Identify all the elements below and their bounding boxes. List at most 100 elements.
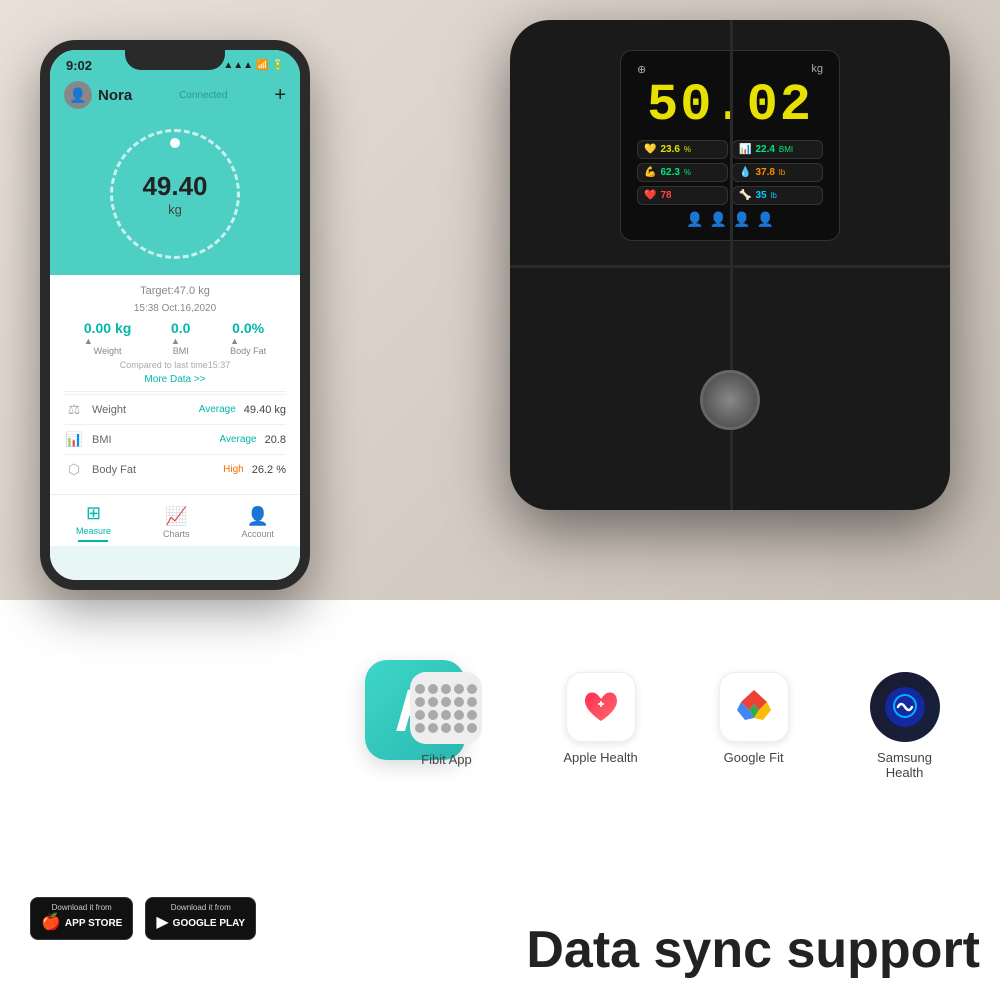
avatar-icon: 👤 [69,87,86,104]
weight-circle-area: 49.40 kg [50,119,300,275]
stat-bmi: 0.0 ▲ BMI [171,320,190,356]
account-nav-icon: 👤 [247,506,269,527]
status-icons: ▲▲▲ 📶 🔋 [223,60,284,71]
scale-metric-heart: ❤️ 78 [637,186,728,205]
fibit-dot [441,684,451,694]
app-store-badge[interactable]: Download it from 🍎 APP STORE [30,897,133,940]
wifi-icon: 📶 [256,60,268,71]
muscle-unit: % [684,168,691,177]
weight-display-value: 49.40 [142,171,207,202]
fibit-dot [467,697,477,707]
fibit-icon [410,672,482,744]
scale-metric-muscle: 💪 62.3 % [637,163,728,182]
phone-notch [125,50,225,70]
stat-bodyfat-label: Body Fat [230,346,266,356]
samsung-health-label: SamsungHealth [877,750,932,780]
fibit-dot [454,723,464,733]
scale-center-button [700,370,760,430]
fibit-dot [467,723,477,733]
stat-bodyfat-change: ▲ [230,336,266,346]
compared-label: Compared to last time15:37 [64,360,286,370]
battery-icon: 🔋 [272,60,284,71]
user-section: 👤 Nora [64,81,132,109]
water-icon: 💧 [739,167,751,178]
user-name: Nora [98,87,132,104]
tagline: Data sync support [526,920,980,980]
scale-display: ⊕ kg 50.02 💛 23.6 % 📊 22.4 BMI 💪 62.3 [620,50,840,241]
bmi-unit: BMI [779,145,793,154]
scale-people-row: 👤 👤 👤 👤 [637,211,823,228]
bodyfat-row-icon: ⬡ [64,461,84,478]
fibit-dot [454,710,464,720]
stat-weight-change: ▲ [84,336,131,346]
nav-measure[interactable]: ⊞ Measure [76,503,111,542]
bone-value: 35 [755,190,766,201]
muscle-icon: 💪 [644,167,656,178]
person-icon-3: 👤 [733,211,750,228]
bmi-row-status: Average [220,434,257,445]
fibit-dot [441,697,451,707]
google-fit-label: Google Fit [724,750,784,765]
app-store-name: APP STORE [65,918,122,929]
fibit-dot [428,697,438,707]
google-play-icon: ▶ [156,912,168,932]
metric-row-weight: ⚖ Weight Average 49.40 kg [64,394,286,424]
heart-value: 78 [660,190,671,201]
nav-account[interactable]: 👤 Account [241,506,274,539]
bmi-value: 22.4 [755,144,774,155]
fibit-dot [428,684,438,694]
fibit-dot [428,723,438,733]
scale-main-weight: 50.02 [637,80,823,132]
more-data-link[interactable]: More Data >> [64,374,286,385]
phone-header: 👤 Nora Connected + [50,77,300,119]
google-fit-svg [729,682,779,732]
phone-container: 9:02 ▲▲▲ 📶 🔋 👤 Nora Connected + [40,40,320,600]
weight-display-unit: kg [168,202,182,217]
weight-row-value: 49.40 kg [244,404,286,416]
fibit-dot [454,684,464,694]
google-play-badge[interactable]: Download it from ▶ GOOGLE PLAY [145,897,256,940]
samsung-health-svg [883,685,927,729]
fibit-dot [415,723,425,733]
add-button[interactable]: + [274,84,286,107]
scale-metric-fat: 💛 23.6 % [637,140,728,159]
apple-health-icon [566,672,636,742]
apple-icon: 🍎 [41,912,61,932]
stat-weight-value: 0.00 kg [84,320,131,336]
avatar: 👤 [64,81,92,109]
scale-unit-row: ⊕ kg [637,63,823,76]
water-unit: lb [779,168,785,177]
metric-row-bodyfat: ⬡ Body Fat High 26.2 % [64,454,286,484]
nav-charts[interactable]: 📈 Charts [163,506,190,539]
divider-1 [64,391,286,392]
weight-row-status: Average [199,404,236,415]
fat-unit: % [684,145,691,154]
timestamp: 15:38 Oct.16,2020 [64,303,286,314]
samsung-health-icon [870,672,940,742]
phone-device: 9:02 ▲▲▲ 📶 🔋 👤 Nora Connected + [40,40,310,590]
charts-nav-label: Charts [163,529,190,539]
bodyfat-row-value: 26.2 % [252,464,286,476]
metric-row-bmi: 📊 BMI Average 20.8 [64,424,286,454]
charts-nav-icon: 📈 [165,506,187,527]
status-time: 9:02 [66,58,92,73]
fibit-dot [441,723,451,733]
data-panel: Target:47.0 kg 15:38 Oct.16,2020 0.00 kg… [50,275,300,494]
scale-device: ⊕ kg 50.02 💛 23.6 % 📊 22.4 BMI 💪 62.3 [510,20,950,510]
fibit-dot [415,684,425,694]
person-icon-4: 👤 [756,211,773,228]
scale-kg-unit: kg [811,63,823,76]
stat-weight: 0.00 kg ▲ Weight [84,320,131,356]
phone-nav: ⊞ Measure 📈 Charts 👤 Account [50,494,300,546]
connected-label: Connected [132,90,274,101]
scale-container: ⊕ kg 50.02 💛 23.6 % 📊 22.4 BMI 💪 62.3 [510,20,970,540]
measure-nav-icon: ⊞ [86,503,101,524]
water-value: 37.8 [755,167,774,178]
scale-bluetooth-icon: ⊕ [637,63,646,76]
stat-bodyfat: 0.0% ▲ Body Fat [230,320,266,356]
apple-health-svg [579,685,623,729]
app-badges: Download it from 🍎 APP STORE Download it… [30,897,256,940]
fat-value: 23.6 [660,144,679,155]
bmi-icon: 📊 [739,144,751,155]
sync-app-google-fit: Google Fit [719,672,789,765]
